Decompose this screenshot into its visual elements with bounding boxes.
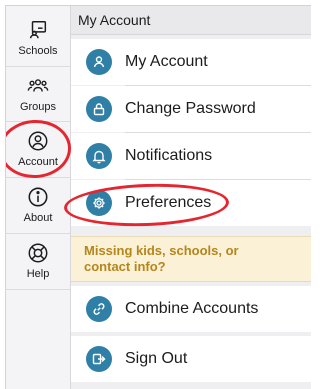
bell-icon	[86, 143, 112, 169]
menu-item-label: Preferences	[125, 194, 212, 211]
lock-icon	[86, 96, 112, 122]
sidebar-item-groups[interactable]: Groups	[6, 67, 70, 121]
missing-info-notice[interactable]: Missing kids, schools, or contact info?	[71, 236, 311, 282]
sidebar-item-help[interactable]: Help	[6, 234, 70, 288]
menu-item-sign-out[interactable]: Sign Out	[71, 336, 311, 382]
notice-line: contact info?	[84, 259, 166, 274]
section-title: My Account	[71, 6, 311, 35]
menu-item-combine-accounts[interactable]: Combine Accounts	[71, 286, 311, 332]
sidebar-item-account[interactable]: Account	[6, 122, 70, 176]
person-icon	[86, 49, 112, 75]
menu-item-label: Sign Out	[125, 350, 188, 367]
sign-out-icon	[86, 346, 112, 372]
menu-item-label: Combine Accounts	[125, 300, 259, 317]
sidebar-item-about[interactable]: About	[6, 178, 70, 232]
sidebar-label: Groups	[19, 101, 57, 113]
notice-line: Missing kids, schools, or	[84, 243, 239, 258]
lifebuoy-icon	[27, 242, 49, 264]
sidebar-label: Schools	[18, 45, 58, 57]
link-icon	[86, 296, 112, 322]
main-panel: My Account My Account Change Password No…	[71, 6, 311, 389]
menu-item-notifications[interactable]: Notifications	[71, 133, 311, 179]
divider	[6, 289, 70, 290]
menu-item-change-password[interactable]: Change Password	[71, 86, 311, 132]
menu-item-label: Change Password	[125, 100, 256, 117]
app-window: Schools Groups Account About Help My Acc…	[5, 5, 311, 389]
sidebar-item-schools[interactable]: Schools	[6, 11, 70, 65]
menu-item-preferences[interactable]: Preferences	[71, 180, 311, 226]
menu-item-label: Notifications	[125, 147, 213, 164]
menu-item-label: My Account	[125, 53, 208, 70]
sidebar: Schools Groups Account About Help	[6, 6, 71, 389]
sidebar-label: Help	[26, 268, 50, 280]
sidebar-label: Account	[18, 156, 58, 168]
sidebar-label: About	[23, 212, 53, 224]
gear-icon	[86, 190, 112, 216]
groups-icon	[27, 75, 49, 97]
account-icon	[27, 130, 49, 152]
info-icon	[27, 186, 49, 208]
schools-icon	[27, 19, 49, 41]
menu-item-my-account[interactable]: My Account	[71, 39, 311, 85]
